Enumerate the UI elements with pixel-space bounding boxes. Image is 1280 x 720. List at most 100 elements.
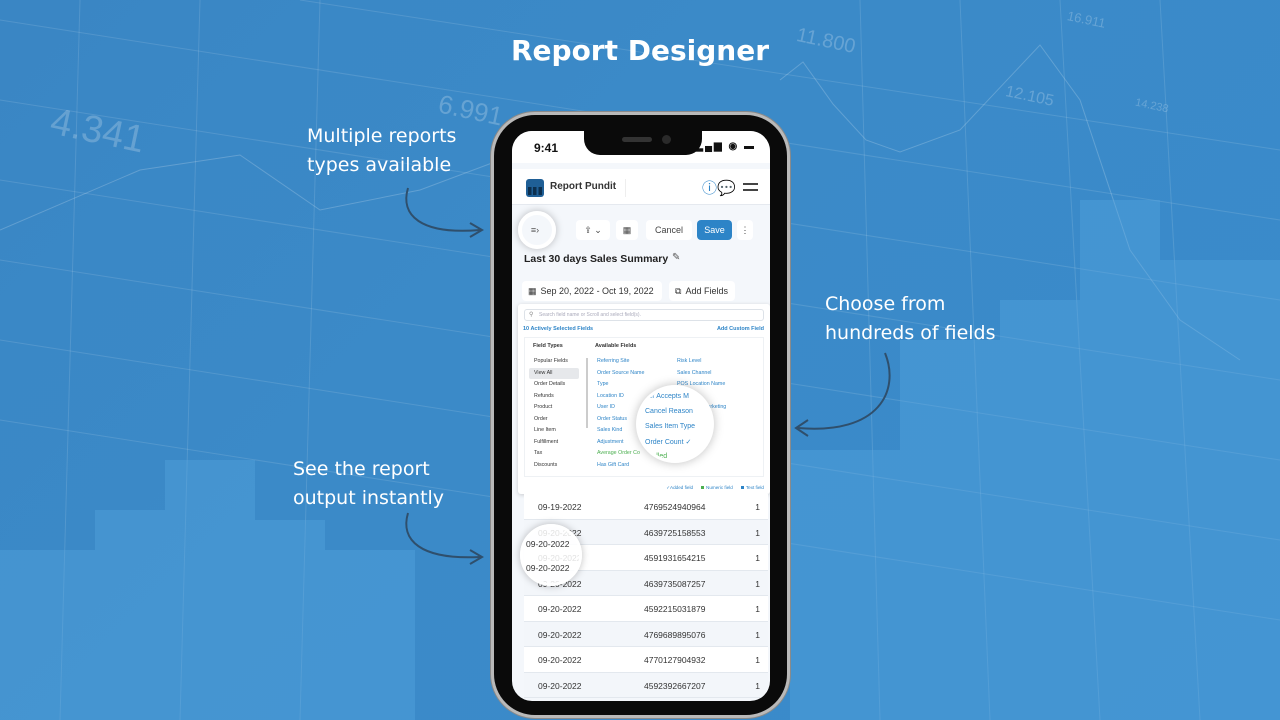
date-cell: 09-19-2022 — [538, 502, 582, 512]
phone-mockup: 9:41 ▂▄▆ ◉ ▬ Report Pundit ⓘ💬 ≡› ⇪ ⌄ ▦ C… — [491, 112, 790, 718]
order-id-cell: 4639735087257 — [644, 578, 706, 589]
field-search-input[interactable]: ⚲ Search field name or Scroll and select… — [524, 309, 764, 321]
background-bar — [1000, 300, 1080, 720]
search-icon: ⚲ — [529, 312, 534, 318]
date-magnifier: 09-20-2022 09-20-2022 — [520, 524, 582, 586]
field-types-header: Field Types — [533, 343, 563, 349]
field-magnifier: yer Accepts M Cancel Reason Sales Item T… — [636, 385, 714, 463]
callout-line: types available — [307, 154, 452, 176]
search-placeholder: Search field name or Scroll and select f… — [539, 312, 641, 318]
callout-line: Choose from — [825, 293, 946, 315]
report-toolbar: ≡› ⇪ ⌄ ▦ Cancel Save ⋮ — [512, 211, 770, 249]
chat-help-icon[interactable]: ⓘ💬 — [702, 177, 736, 198]
quantity-cell: 1 — [755, 553, 760, 563]
order-id-cell: 4592392667207 — [644, 680, 706, 691]
phone-notch — [584, 131, 702, 155]
status-time: 9:41 — [534, 141, 559, 155]
order-id-cell: 4770127904932 — [644, 655, 706, 665]
field-type-item[interactable]: Fulfillment — [525, 437, 583, 449]
export-dropdown-button[interactable]: ⇪ ⌄ — [576, 220, 610, 240]
save-button[interactable]: Save — [697, 220, 732, 240]
field-type-item[interactable]: Line Item — [525, 425, 583, 437]
page-headline: Report Designer — [510, 34, 770, 67]
selected-fields-link[interactable]: 10 Actively Selected Fields — [523, 326, 593, 332]
date-range-picker[interactable]: ▦ Sep 20, 2022 - Oct 19, 2022 — [522, 281, 662, 301]
date-cell: 09-20-2022 — [538, 629, 582, 640]
calendar-icon[interactable]: ▦ — [616, 220, 638, 240]
background-bar — [1080, 200, 1160, 720]
pencil-icon[interactable]: ✎ — [672, 252, 680, 263]
quantity-cell: 1 — [755, 502, 760, 512]
field-type-item[interactable]: Refunds — [525, 391, 583, 403]
magnified-date: 09-20-2022 — [526, 563, 570, 573]
background-bar — [900, 340, 1000, 720]
callout-fields: Choose from hundreds of fields — [825, 290, 996, 348]
arrow-icon — [405, 187, 484, 238]
quantity-cell: 1 — [755, 527, 760, 538]
add-field-icon: ⧉ — [675, 285, 682, 296]
available-field[interactable]: Average Order Co — [597, 448, 644, 460]
vertical-dots-icon[interactable]: ⋮ — [737, 220, 753, 240]
order-id-cell: 4769524940964 — [644, 502, 706, 512]
background-bar — [325, 550, 415, 720]
quantity-cell: 1 — [755, 629, 760, 640]
table-row: 09-20-2022 4769689895076 1 — [524, 621, 768, 647]
order-id-cell: 4769689895076 — [644, 629, 706, 640]
brand-name: Report Pundit — [550, 181, 617, 192]
order-id-cell: 4639725158553 — [644, 527, 706, 538]
field-type-item[interactable]: View All — [529, 367, 579, 379]
background-bar — [1160, 260, 1280, 720]
chevron-down-icon: ⌄ — [594, 224, 602, 235]
field-type-item[interactable]: Tax — [525, 448, 583, 460]
share-upload-icon: ⇪ — [584, 224, 592, 235]
callout-line: output instantly — [293, 487, 445, 509]
report-pundit-logo-icon — [526, 179, 544, 197]
order-id-cell: 4592215031879 — [644, 604, 706, 614]
add-fields-button[interactable]: ⧉ Add Fields — [669, 281, 735, 301]
cancel-button[interactable]: Cancel — [646, 220, 692, 240]
hamburger-icon[interactable] — [743, 183, 758, 191]
highlight-ring — [518, 211, 556, 249]
table-row: 09-20-2022 4592215031879 1 — [524, 596, 768, 622]
available-field[interactable]: Adjustment — [597, 437, 644, 449]
quantity-cell: 1 — [755, 655, 760, 665]
scrollbar[interactable] — [586, 358, 588, 428]
available-field[interactable]: Has Gift Card — [597, 460, 644, 472]
add-custom-field-link[interactable]: Add Custom Field — [717, 326, 764, 332]
background-bar — [790, 450, 900, 720]
legend-text: Text field — [740, 485, 764, 491]
divider — [625, 179, 626, 197]
order-id-cell: 4591931654215 — [644, 553, 706, 563]
available-field[interactable]: Location ID — [597, 391, 644, 403]
available-field[interactable]: Risk Level — [677, 356, 726, 368]
phone-screen: 9:41 ▂▄▆ ◉ ▬ Report Pundit ⓘ💬 ≡› ⇪ ⌄ ▦ C… — [512, 131, 770, 701]
callout-line: See the report — [293, 458, 430, 480]
field-type-item[interactable]: Popular Fields — [525, 356, 583, 368]
quantity-cell: 1 — [755, 578, 760, 589]
magnified-field[interactable]: Cancel Reason — [645, 408, 693, 415]
magnified-field[interactable]: ncelled — [645, 453, 667, 460]
available-field[interactable]: Order Source Name — [597, 368, 644, 380]
available-field[interactable]: Type — [597, 379, 644, 391]
table-row: 09-20-2022 4770127904932 1 — [524, 647, 768, 673]
field-type-item[interactable]: Order — [525, 414, 583, 426]
app-header: Report Pundit ⓘ💬 — [512, 169, 770, 205]
magnified-field[interactable]: Order Count ✓ — [645, 438, 691, 446]
magnified-field: yer Accepts M — [645, 393, 689, 400]
background-bar — [0, 550, 95, 720]
background-bar — [255, 520, 325, 720]
field-type-item[interactable]: Product — [525, 402, 583, 414]
field-type-item[interactable]: Discounts — [525, 460, 583, 472]
arrow-icon — [794, 352, 891, 437]
available-field[interactable]: Referring Site — [597, 356, 644, 368]
report-title: Last 30 days Sales Summary — [524, 253, 669, 265]
magnified-date: 09-20-2022 — [526, 539, 570, 549]
legend-numeric: Numeric field — [701, 485, 733, 491]
magnified-field[interactable]: Sales Item Type — [645, 423, 695, 430]
field-type-item[interactable]: Order Details — [525, 379, 583, 391]
status-icons: ▂▄▆ ◉ ▬ — [695, 141, 756, 152]
callout-output: See the report output instantly — [293, 455, 444, 513]
table-row: 09-19-2022 4769524940964 1 — [524, 494, 768, 520]
available-field[interactable]: Sales Channel — [677, 368, 726, 380]
legend-added: ✓Added field — [666, 485, 694, 490]
